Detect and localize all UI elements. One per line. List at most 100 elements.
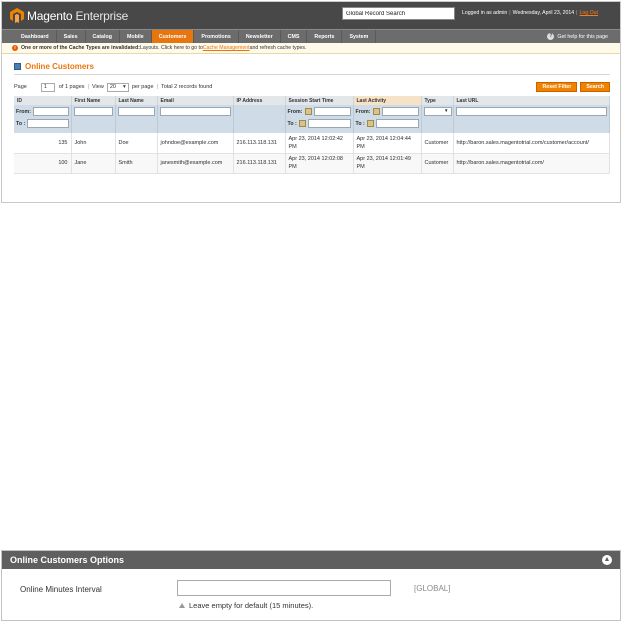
cell-ip-address: 216.113.118.131	[233, 133, 286, 154]
table-row[interactable]: 135 John Doe johndoe@example.com 216.113…	[14, 133, 610, 154]
filter-last-url-input[interactable]	[455, 107, 607, 116]
online-customers-options-panel: Online Customers Options ▲ Online Minute…	[1, 550, 621, 621]
column-header-id[interactable]: ID	[14, 96, 72, 105]
cell-first-name: Jane	[71, 153, 116, 174]
grid-icon	[14, 62, 21, 70]
filter-id-to-input[interactable]	[27, 119, 69, 128]
online-minutes-interval-input[interactable]	[177, 580, 391, 596]
cell-last-url: http://baron.sales.magentotrial.com/cust…	[453, 133, 610, 154]
nav-item-mobile[interactable]: Mobile	[120, 30, 152, 43]
page-header: Online Customers	[14, 62, 610, 75]
cell-last-name: Smith	[115, 153, 158, 174]
help-icon: ?	[547, 33, 555, 40]
filter-session-start: From: To :	[285, 105, 354, 133]
filter-last-name	[115, 105, 158, 133]
column-header-session-start[interactable]: Session Start Time	[285, 96, 354, 105]
options-panel-header[interactable]: Online Customers Options ▲	[2, 551, 620, 569]
cell-email: johndoe@example.com	[157, 133, 234, 154]
column-header-last-name[interactable]: Last Name	[115, 96, 158, 105]
cell-session-start: Apr 23, 2014 12:02:08 PM	[285, 153, 354, 174]
filter-last-url	[453, 105, 610, 133]
filter-start-to-input[interactable]	[307, 119, 351, 128]
warning-icon: !	[12, 45, 18, 51]
filter-activity-from-input[interactable]	[381, 107, 419, 116]
nav-item-newsletter[interactable]: Newsletter	[239, 30, 281, 43]
notice-lead: One or more of the Cache Types are inval…	[21, 45, 140, 51]
calendar-icon[interactable]	[366, 120, 374, 127]
grid-filter-row: From: To : From: To : From: To : ▼	[14, 105, 610, 133]
cell-id: 100	[14, 153, 72, 174]
nav-item-reports[interactable]: Reports	[307, 30, 343, 43]
global-record-search-input[interactable]	[342, 7, 455, 20]
filter-start-from-input[interactable]	[313, 107, 351, 116]
options-panel-body: Online Minutes Interval [GLOBAL] Leave e…	[2, 569, 620, 621]
calendar-icon[interactable]	[372, 108, 380, 115]
cache-notice: ! One or more of the Cache Types are inv…	[2, 43, 620, 54]
nav-item-sales[interactable]: Sales	[57, 30, 86, 43]
cell-id: 135	[14, 133, 72, 154]
note-arrow-icon	[179, 603, 185, 608]
cell-type: Customer	[421, 153, 454, 174]
cell-session-start: Apr 23, 2014 12:02:42 PM	[285, 133, 354, 154]
notice-tail: and refresh cache types.	[249, 45, 307, 51]
divider: |	[576, 10, 578, 16]
main-content: Online Customers Page 1 of 1 pages | Vie…	[2, 54, 620, 174]
logout-link[interactable]: Log Out	[580, 10, 598, 16]
per-page-select[interactable]: 20 ▾	[106, 82, 129, 92]
total-records-text: Total 2 records found	[160, 84, 213, 90]
filter-id-from-input[interactable]	[33, 107, 69, 116]
logo-brand: Magento	[27, 8, 73, 23]
column-header-ip-address[interactable]: IP Address	[233, 96, 286, 105]
search-button[interactable]: Search	[580, 82, 610, 92]
nav-item-promotions[interactable]: Promotions	[194, 30, 239, 43]
filter-activity-to-input[interactable]	[375, 119, 419, 128]
cache-management-link[interactable]: Cache Management	[203, 45, 250, 51]
filter-type-select[interactable]: ▼	[423, 107, 452, 116]
header-account-bar: Logged in as admin | Wednesday, April 23, …	[462, 10, 598, 16]
filter-from-label: From:	[16, 108, 32, 115]
online-minutes-interval-label: Online Minutes Interval	[20, 585, 102, 594]
column-header-last-activity[interactable]: Last Activity	[353, 96, 422, 105]
reset-filter-button[interactable]: Reset Filter	[536, 82, 578, 92]
table-row[interactable]: 100 Jane Smith janesmith@example.com 216…	[14, 153, 610, 174]
filter-from-label: From:	[287, 108, 303, 115]
filter-email-input[interactable]	[159, 107, 231, 116]
nav-item-cms[interactable]: CMS	[281, 30, 308, 43]
filter-first-name-input[interactable]	[73, 107, 113, 116]
filter-last-activity: From: To :	[353, 105, 422, 133]
divider: |	[509, 10, 511, 16]
nav-item-system[interactable]: System	[342, 30, 377, 43]
filter-from-label: From:	[355, 108, 371, 115]
grid-header-row: ID First Name Last Name Email IP Address…	[14, 96, 610, 105]
column-header-type[interactable]: Type	[421, 96, 454, 105]
magento-logo[interactable]: Magento Enterprise	[10, 8, 128, 23]
cell-last-activity: Apr 23, 2014 12:01:49 PM	[353, 153, 422, 174]
filter-id: From: To :	[14, 105, 72, 133]
page-number-input[interactable]: 1	[40, 82, 55, 92]
filter-to-label: To :	[287, 120, 297, 127]
online-customers-screenshot: Magento Enterprise Logged in as admin|We…	[1, 1, 621, 203]
notice-text: Layouts. Click here to go to	[139, 45, 203, 51]
nav-item-customers[interactable]: Customers	[151, 30, 195, 43]
logged-in-text: Logged in as admin	[462, 10, 508, 16]
logo-edition: Enterprise	[75, 8, 129, 23]
options-panel-title: Online Customers Options	[10, 555, 125, 565]
nav-item-catalog[interactable]: Catalog	[86, 30, 120, 43]
filter-first-name	[71, 105, 116, 133]
column-header-last-url[interactable]: Last URL	[453, 96, 610, 105]
chevron-down-icon: ▼	[444, 108, 449, 113]
collapse-icon[interactable]: ▲	[602, 555, 612, 565]
column-header-first-name[interactable]: First Name	[71, 96, 116, 105]
calendar-icon[interactable]	[304, 108, 312, 115]
of-pages-text: of 1 pages	[58, 84, 85, 90]
divider: |	[156, 84, 158, 90]
cell-type: Customer	[421, 133, 454, 154]
nav-item-dashboard[interactable]: Dashboard	[14, 30, 57, 43]
cell-last-url: http://baron.sales.magentotrial.com/	[453, 153, 610, 174]
filter-last-name-input[interactable]	[117, 107, 155, 116]
help-link[interactable]: ? Get help for this page	[547, 33, 608, 40]
filter-ip	[233, 105, 286, 133]
scope-label: [GLOBAL]	[414, 584, 451, 593]
column-header-email[interactable]: Email	[157, 96, 234, 105]
calendar-icon[interactable]	[298, 120, 306, 127]
